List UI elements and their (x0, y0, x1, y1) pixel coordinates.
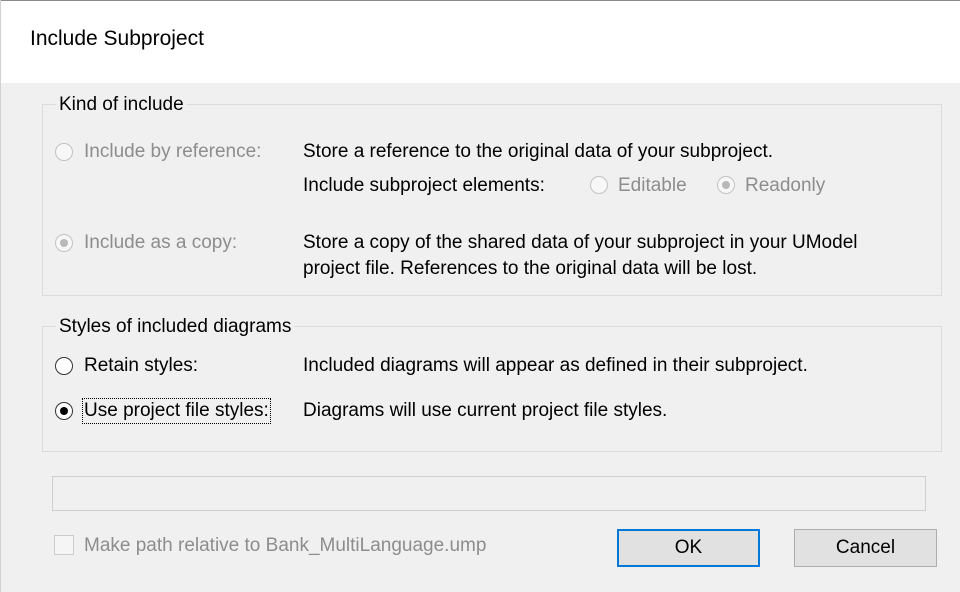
include-as-copy-label[interactable]: Include as a copy: (84, 232, 237, 254)
retain-styles-radio[interactable] (55, 357, 73, 375)
retain-styles-label[interactable]: Retain styles: (84, 355, 198, 377)
readonly-radio[interactable] (717, 176, 735, 194)
window-left-edge (0, 0, 1, 592)
styles-legend: Styles of included diagrams (56, 316, 295, 338)
editable-label[interactable]: Editable (618, 175, 687, 197)
include-as-copy-description-line2: project file. References to the original… (303, 258, 758, 279)
include-by-reference-description: Store a reference to the original data o… (303, 141, 773, 162)
dialog-title: Include Subproject (30, 27, 204, 50)
use-project-file-styles-description: Diagrams will use current project file s… (303, 400, 668, 421)
kind-of-include-legend: Kind of include (56, 94, 187, 116)
include-as-copy-radio[interactable] (55, 234, 73, 252)
readonly-radio-dot (721, 180, 730, 189)
relative-path-checkbox[interactable] (54, 535, 74, 555)
include-as-copy-description-line1: Store a copy of the shared data of your … (303, 232, 858, 253)
relative-path-label[interactable]: Make path relative to Bank_MultiLanguage… (84, 535, 486, 557)
retain-styles-description: Included diagrams will appear as defined… (303, 355, 808, 376)
include-subproject-elements-label: Include subproject elements: (303, 175, 545, 196)
include-by-reference-radio[interactable] (55, 143, 73, 161)
use-project-file-styles-radio[interactable] (55, 402, 73, 420)
use-project-file-styles-radio-dot (59, 406, 68, 415)
cancel-button[interactable]: Cancel (794, 529, 937, 567)
styles-group (42, 326, 942, 452)
use-project-file-styles-label[interactable]: Use project file styles: (82, 398, 271, 424)
include-as-copy-radio-dot (59, 238, 68, 247)
subproject-path-field[interactable] (52, 476, 926, 511)
window-top-edge (0, 0, 960, 1)
readonly-label[interactable]: Readonly (745, 175, 825, 197)
ok-button[interactable]: OK (617, 529, 760, 567)
editable-radio[interactable] (590, 176, 608, 194)
title-bar: Include Subproject (0, 0, 960, 83)
include-by-reference-label[interactable]: Include by reference: (84, 141, 261, 163)
